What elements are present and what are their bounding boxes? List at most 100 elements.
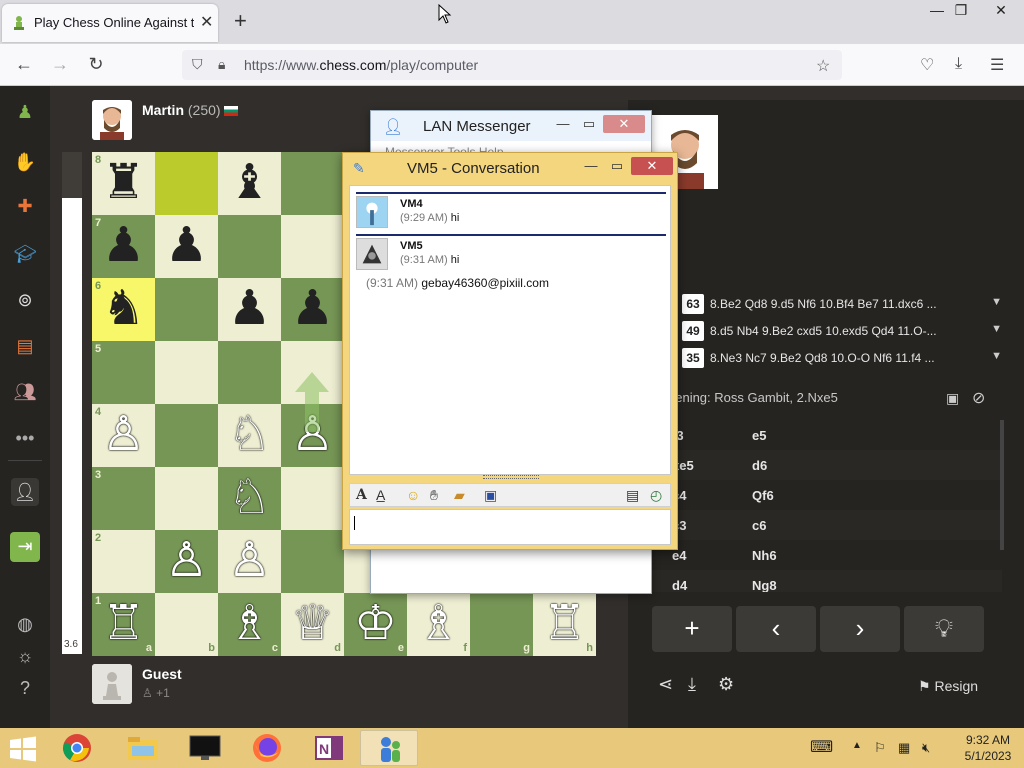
social-icon[interactable]: 👥︎ <box>11 378 39 406</box>
chess-piece[interactable]: ♗ <box>407 593 470 656</box>
square-a5[interactable]: 5 <box>92 341 155 404</box>
reload-icon[interactable]: ↻ <box>84 54 108 75</box>
lan-minimize-icon[interactable]: — <box>551 115 575 133</box>
square-b2[interactable]: ♙ <box>155 530 218 593</box>
lan-close-icon[interactable]: ✕ <box>603 115 645 133</box>
square-b8[interactable] <box>155 152 218 215</box>
square-c4[interactable]: ♘ <box>218 404 281 467</box>
show-hidden-icons[interactable]: ▲ <box>852 740 862 751</box>
square-b6[interactable] <box>155 278 218 341</box>
pane-splitter[interactable] <box>483 475 539 479</box>
conversation-close-icon[interactable]: ✕ <box>631 157 673 175</box>
square-b7[interactable]: ♟ <box>155 215 218 278</box>
pocket-icon[interactable]: ♡ <box>920 55 934 75</box>
new-game-button[interactable]: + <box>652 606 732 652</box>
engine-line[interactable]: 35 8.Ne3 Nc7 9.Be2 Qd8 10.O-O Nf6 11.f4 .… <box>682 348 1002 370</box>
black-move[interactable]: Qf6 <box>752 488 774 503</box>
transfers-icon[interactable]: ◴ <box>650 487 662 504</box>
chevron-down-icon[interactable]: ▼ <box>991 323 1002 335</box>
square-h1[interactable]: h ♖ <box>533 593 596 656</box>
back-arrow-icon[interactable]: ← <box>12 54 36 75</box>
chess-piece[interactable]: ♙ <box>92 404 155 467</box>
chess-piece[interactable]: ♙ <box>155 530 218 593</box>
engine-line[interactable]: 49 8.d5 Nb4 9.Be2 cxd5 10.exd5 Qd4 11.O-.… <box>682 321 1002 343</box>
puzzles-icon[interactable]: ✚ <box>11 192 39 220</box>
square-c8[interactable]: ♝ <box>218 152 281 215</box>
url-bar[interactable]: ⛉ 🔒︎ https://www.chess.com/play/computer… <box>182 50 842 80</box>
taskbar-remote-desktop[interactable] <box>176 730 234 766</box>
square-e1[interactable]: e ♔ <box>344 593 407 656</box>
font-color-icon[interactable]: A̲ <box>376 487 385 503</box>
resign-button[interactable]: ⚑ Resign <box>918 678 978 695</box>
save-icon[interactable]: ▣ <box>484 487 497 504</box>
message-history[interactable]: VM4 (9:29 AM) hi VM5 (9:31 AM) hi (9:31 … <box>349 185 671 475</box>
learn-icon[interactable]: 🎓︎ <box>11 240 39 268</box>
theme-sun-icon[interactable]: ☼ <box>11 642 39 670</box>
square-c1[interactable]: c ♗ <box>218 593 281 656</box>
chesscom-logo-icon[interactable]: ♟ <box>11 98 39 126</box>
square-a3[interactable]: 3 <box>92 467 155 530</box>
taskbar-onenote[interactable]: N <box>300 730 358 766</box>
browser-tab[interactable]: Play Chess Online Against the C ✕ <box>2 4 218 42</box>
black-move[interactable]: e5 <box>752 428 766 443</box>
square-d6[interactable]: ♟ <box>281 278 344 341</box>
lan-maximize-icon[interactable]: ▭ <box>577 115 601 133</box>
new-tab-icon[interactable]: + <box>234 8 247 34</box>
chess-piece[interactable]: ♟ <box>218 278 281 341</box>
previous-move-button[interactable]: ‹ <box>736 606 816 652</box>
next-move-button[interactable]: › <box>820 606 900 652</box>
share-icon[interactable]: ⋖ <box>658 674 673 695</box>
square-c2[interactable]: ♙ <box>218 530 281 593</box>
action-center-flag-icon[interactable]: ⚐ <box>874 740 886 756</box>
chess-piece[interactable]: ♖ <box>533 593 596 656</box>
square-a1[interactable]: 1 a ♖ <box>92 593 155 656</box>
square-a4[interactable]: 4 ♙ <box>92 404 155 467</box>
square-c6[interactable]: ♟ <box>218 278 281 341</box>
taskbar-firefox[interactable] <box>238 730 296 766</box>
black-move[interactable]: c6 <box>752 518 766 533</box>
white-move[interactable]: e4 <box>672 548 686 563</box>
tab-close-icon[interactable]: ✕ <box>200 12 213 32</box>
chess-piece[interactable]: ♝ <box>218 152 281 215</box>
chess-piece[interactable]: ♙ <box>218 530 281 593</box>
windows-start-icon[interactable] <box>8 736 38 762</box>
chess-piece[interactable]: ♔ <box>344 593 407 656</box>
news-icon[interactable]: ▤ <box>11 332 39 360</box>
square-b3[interactable] <box>155 467 218 530</box>
chess-piece[interactable]: ♗ <box>218 593 281 656</box>
square-a2[interactable]: 2 <box>92 530 155 593</box>
square-d2[interactable] <box>281 530 344 593</box>
system-clock[interactable]: 9:32 AM 5/1/2023 <box>956 732 1020 764</box>
conversation-maximize-icon[interactable]: ▭ <box>605 157 629 175</box>
taskbar-chrome[interactable] <box>48 730 106 766</box>
play-icon[interactable]: ✋ <box>11 148 39 176</box>
history-icon[interactable]: ▤ <box>626 487 639 504</box>
chess-piece[interactable]: ♜ <box>92 152 155 215</box>
book-icon[interactable]: ▣ <box>946 390 959 407</box>
square-c5[interactable] <box>218 341 281 404</box>
more-icon[interactable]: ••• <box>11 424 39 452</box>
square-a8[interactable]: 8 ♜ <box>92 152 155 215</box>
window-close-icon[interactable]: ✕ <box>986 2 1016 22</box>
square-c3[interactable]: ♘ <box>218 467 281 530</box>
chess-piece[interactable]: ♟ <box>281 278 344 341</box>
hint-button[interactable]: 💡︎ <box>904 606 984 652</box>
square-c7[interactable] <box>218 215 281 278</box>
taskbar-file-explorer[interactable] <box>114 730 172 766</box>
forward-arrow-icon[interactable]: → <box>48 54 72 75</box>
chess-piece[interactable]: ♘ <box>218 467 281 530</box>
keyboard-icon[interactable]: ⌨ <box>810 737 833 757</box>
chess-piece[interactable]: ♖ <box>92 593 155 656</box>
url-text[interactable]: https://www.chess.com/play/computer <box>244 57 478 73</box>
chevron-down-icon[interactable]: ▼ <box>991 350 1002 362</box>
network-icon[interactable]: ▦ <box>898 740 910 756</box>
chess-piece[interactable]: ♟ <box>92 215 155 278</box>
lock-icon[interactable]: 🔒︎ <box>218 56 225 73</box>
volume-muted-icon[interactable]: 🔇︎ <box>922 740 930 756</box>
chess-piece[interactable]: ♘ <box>218 404 281 467</box>
compass-icon[interactable]: ⊘ <box>972 388 985 408</box>
maximize-icon[interactable]: ❐ <box>946 2 976 22</box>
square-d8[interactable] <box>281 152 344 215</box>
square-f1[interactable]: f ♗ <box>407 593 470 656</box>
chess-piece[interactable]: ♞ <box>92 278 155 341</box>
